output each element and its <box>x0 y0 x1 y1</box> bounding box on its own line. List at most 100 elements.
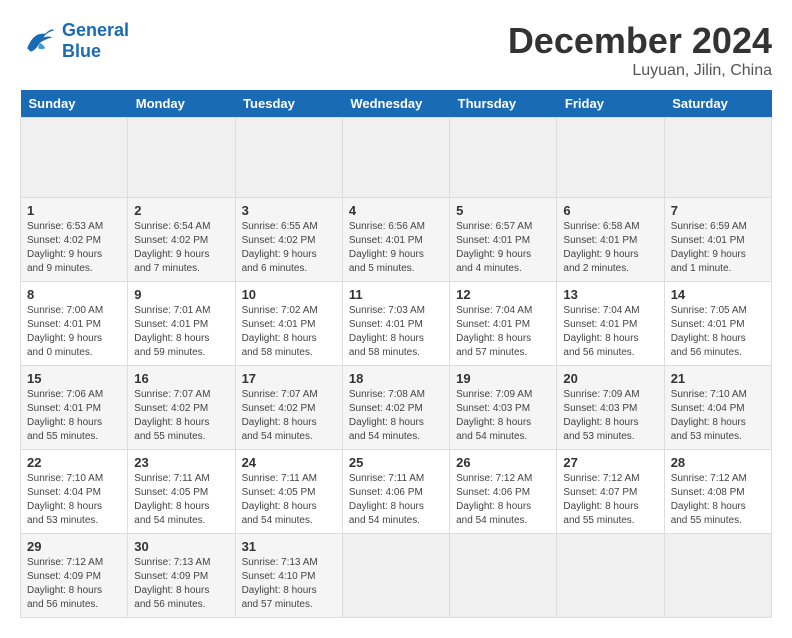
calendar-day-cell <box>235 118 342 198</box>
calendar-day-cell: 17 Sunrise: 7:07 AM Sunset: 4:02 PM Dayli… <box>235 366 342 450</box>
calendar-day-cell: 6 Sunrise: 6:58 AM Sunset: 4:01 PM Daylig… <box>557 198 664 282</box>
day-number: 26 <box>456 455 550 470</box>
day-number: 9 <box>134 287 228 302</box>
day-info: Sunrise: 7:11 AM Sunset: 4:06 PM Dayligh… <box>349 472 443 528</box>
day-info: Sunrise: 7:04 AM Sunset: 4:01 PM Dayligh… <box>563 304 657 360</box>
calendar-day-cell: 19Sunrise: 7:09 AM Sunset: 4:03 PM Dayli… <box>450 366 557 450</box>
calendar-day-cell: 13 Sunrise: 7:04 AM Sunset: 4:01 PM Dayli… <box>557 282 664 366</box>
calendar-day-cell: 21Sunrise: 7:10 AM Sunset: 4:04 PM Dayli… <box>664 366 771 450</box>
day-number: 17 <box>242 371 336 386</box>
day-number: 24 <box>242 455 336 470</box>
day-header-saturday: Saturday <box>664 90 771 118</box>
day-header-tuesday: Tuesday <box>235 90 342 118</box>
day-info: Sunrise: 7:13 AM Sunset: 4:09 PM Dayligh… <box>134 556 228 612</box>
day-number: 23 <box>134 455 228 470</box>
day-number: 14 <box>671 287 765 302</box>
day-info: Sunrise: 7:06 AM Sunset: 4:01 PM Dayligh… <box>27 388 121 444</box>
day-number: 7 <box>671 203 765 218</box>
day-header-wednesday: Wednesday <box>342 90 449 118</box>
day-info: Sunrise: 7:11 AM Sunset: 4:05 PM Dayligh… <box>134 472 228 528</box>
day-number: 10 <box>242 287 336 302</box>
calendar-day-cell: 12 Sunrise: 7:04 AM Sunset: 4:01 PM Dayli… <box>450 282 557 366</box>
calendar-day-cell: 1Sunrise: 6:53 AM Sunset: 4:02 PM Daylig… <box>21 198 128 282</box>
day-info: Sunrise: 7:12 AM Sunset: 4:06 PM Dayligh… <box>456 472 550 528</box>
calendar-day-cell: 16 Sunrise: 7:07 AM Sunset: 4:02 PM Dayli… <box>128 366 235 450</box>
day-info: Sunrise: 7:10 AM Sunset: 4:04 PM Dayligh… <box>671 388 765 444</box>
calendar-week-row: 22Sunrise: 7:10 AM Sunset: 4:04 PM Dayli… <box>21 450 772 534</box>
days-header-row: SundayMondayTuesdayWednesdayThursdayFrid… <box>21 90 772 118</box>
day-number: 18 <box>349 371 443 386</box>
calendar-day-cell <box>342 118 449 198</box>
day-number: 25 <box>349 455 443 470</box>
calendar-week-row: 15 Sunrise: 7:06 AM Sunset: 4:01 PM Dayli… <box>21 366 772 450</box>
calendar-day-cell <box>128 118 235 198</box>
day-info: Sunrise: 6:58 AM Sunset: 4:01 PM Dayligh… <box>563 220 657 276</box>
calendar-day-cell: 22Sunrise: 7:10 AM Sunset: 4:04 PM Dayli… <box>21 450 128 534</box>
calendar-day-cell <box>450 534 557 618</box>
day-info: Sunrise: 7:05 AM Sunset: 4:01 PM Dayligh… <box>671 304 765 360</box>
day-number: 15 <box>27 371 121 386</box>
day-info: Sunrise: 6:59 AM Sunset: 4:01 PM Dayligh… <box>671 220 765 276</box>
calendar-day-cell <box>21 118 128 198</box>
page-header: General Blue December 2024 Luyuan, Jilin… <box>20 20 772 80</box>
calendar-day-cell: 30 Sunrise: 7:13 AM Sunset: 4:09 PM Dayli… <box>128 534 235 618</box>
calendar-day-cell: 27Sunrise: 7:12 AM Sunset: 4:07 PM Dayli… <box>557 450 664 534</box>
calendar-day-cell: 11Sunrise: 7:03 AM Sunset: 4:01 PM Dayli… <box>342 282 449 366</box>
day-number: 20 <box>563 371 657 386</box>
day-info: Sunrise: 7:13 AM Sunset: 4:10 PM Dayligh… <box>242 556 336 612</box>
title-area: December 2024 Luyuan, Jilin, China <box>508 20 772 80</box>
calendar-day-cell: 26 Sunrise: 7:12 AM Sunset: 4:06 PM Dayli… <box>450 450 557 534</box>
calendar-day-cell: 29 Sunrise: 7:12 AM Sunset: 4:09 PM Dayli… <box>21 534 128 618</box>
day-number: 28 <box>671 455 765 470</box>
day-header-friday: Friday <box>557 90 664 118</box>
day-info: Sunrise: 7:04 AM Sunset: 4:01 PM Dayligh… <box>456 304 550 360</box>
calendar-day-cell: 4Sunrise: 6:56 AM Sunset: 4:01 PM Daylig… <box>342 198 449 282</box>
day-number: 16 <box>134 371 228 386</box>
calendar-day-cell: 15 Sunrise: 7:06 AM Sunset: 4:01 PM Dayli… <box>21 366 128 450</box>
day-number: 4 <box>349 203 443 218</box>
calendar-day-cell <box>664 118 771 198</box>
day-number: 13 <box>563 287 657 302</box>
calendar-day-cell: 18 Sunrise: 7:08 AM Sunset: 4:02 PM Dayli… <box>342 366 449 450</box>
calendar-day-cell: 3Sunrise: 6:55 AM Sunset: 4:02 PM Daylig… <box>235 198 342 282</box>
calendar-day-cell: 10 Sunrise: 7:02 AM Sunset: 4:01 PM Dayli… <box>235 282 342 366</box>
day-info: Sunrise: 7:02 AM Sunset: 4:01 PM Dayligh… <box>242 304 336 360</box>
day-info: Sunrise: 7:11 AM Sunset: 4:05 PM Dayligh… <box>242 472 336 528</box>
day-header-thursday: Thursday <box>450 90 557 118</box>
day-info: Sunrise: 7:03 AM Sunset: 4:01 PM Dayligh… <box>349 304 443 360</box>
day-number: 29 <box>27 539 121 554</box>
day-number: 31 <box>242 539 336 554</box>
day-number: 5 <box>456 203 550 218</box>
day-number: 8 <box>27 287 121 302</box>
calendar-week-row: 1Sunrise: 6:53 AM Sunset: 4:02 PM Daylig… <box>21 198 772 282</box>
calendar-day-cell: 8Sunrise: 7:00 AM Sunset: 4:01 PM Daylig… <box>21 282 128 366</box>
day-number: 6 <box>563 203 657 218</box>
day-info: Sunrise: 7:12 AM Sunset: 4:08 PM Dayligh… <box>671 472 765 528</box>
day-info: Sunrise: 7:07 AM Sunset: 4:02 PM Dayligh… <box>242 388 336 444</box>
day-info: Sunrise: 6:57 AM Sunset: 4:01 PM Dayligh… <box>456 220 550 276</box>
day-info: Sunrise: 7:07 AM Sunset: 4:02 PM Dayligh… <box>134 388 228 444</box>
day-number: 30 <box>134 539 228 554</box>
calendar-day-cell: 28 Sunrise: 7:12 AM Sunset: 4:08 PM Dayli… <box>664 450 771 534</box>
day-header-monday: Monday <box>128 90 235 118</box>
calendar-day-cell: 24 Sunrise: 7:11 AM Sunset: 4:05 PM Dayli… <box>235 450 342 534</box>
calendar-day-cell <box>557 118 664 198</box>
calendar-day-cell: 14 Sunrise: 7:05 AM Sunset: 4:01 PM Dayli… <box>664 282 771 366</box>
day-info: Sunrise: 7:12 AM Sunset: 4:07 PM Dayligh… <box>563 472 657 528</box>
calendar-day-cell: 31 Sunrise: 7:13 AM Sunset: 4:10 PM Dayli… <box>235 534 342 618</box>
calendar-day-cell: 23 Sunrise: 7:11 AM Sunset: 4:05 PM Dayli… <box>128 450 235 534</box>
calendar-week-row: 8Sunrise: 7:00 AM Sunset: 4:01 PM Daylig… <box>21 282 772 366</box>
day-info: Sunrise: 7:01 AM Sunset: 4:01 PM Dayligh… <box>134 304 228 360</box>
calendar-day-cell <box>664 534 771 618</box>
calendar-day-cell: 20Sunrise: 7:09 AM Sunset: 4:03 PM Dayli… <box>557 366 664 450</box>
day-info: Sunrise: 7:12 AM Sunset: 4:09 PM Dayligh… <box>27 556 121 612</box>
day-info: Sunrise: 7:08 AM Sunset: 4:02 PM Dayligh… <box>349 388 443 444</box>
calendar-day-cell <box>450 118 557 198</box>
logo: General Blue <box>20 20 129 62</box>
day-header-sunday: Sunday <box>21 90 128 118</box>
calendar-day-cell: 9 Sunrise: 7:01 AM Sunset: 4:01 PM Daylig… <box>128 282 235 366</box>
day-number: 12 <box>456 287 550 302</box>
calendar-day-cell <box>557 534 664 618</box>
logo-icon <box>20 23 56 59</box>
calendar-day-cell <box>342 534 449 618</box>
